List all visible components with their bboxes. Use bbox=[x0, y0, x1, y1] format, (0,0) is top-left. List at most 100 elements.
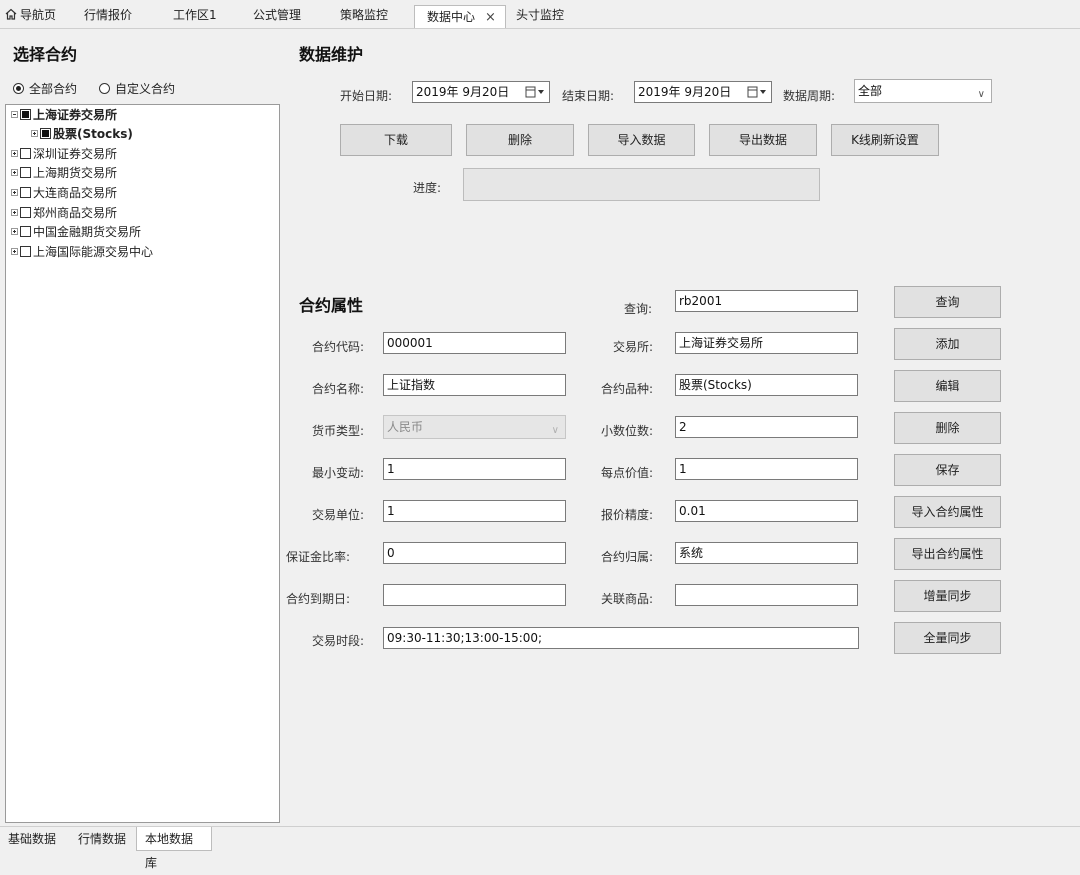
margin-ratio-label: 保证金比率: bbox=[286, 550, 351, 564]
price-precision-input[interactable]: 0.01 bbox=[675, 500, 858, 522]
end-date-picker[interactable]: 2019年 9月20日 bbox=[634, 81, 772, 103]
expand-icon[interactable] bbox=[31, 130, 38, 137]
tab-formula[interactable]: 公式管理 bbox=[253, 0, 301, 28]
tree-node-label: 深圳证券交易所 bbox=[33, 147, 118, 161]
period-select[interactable]: 全部 ∨ bbox=[854, 79, 992, 103]
calendar-icon[interactable] bbox=[525, 85, 545, 99]
price-precision-label: 报价精度: bbox=[601, 508, 654, 522]
tree-node-sse[interactable]: 上海证券交易所 bbox=[11, 106, 117, 124]
tree-node-label: 中国金融期货交易所 bbox=[33, 225, 142, 239]
close-icon[interactable]: × bbox=[485, 10, 496, 25]
checkbox[interactable] bbox=[20, 226, 31, 237]
download-button[interactable]: 下载 bbox=[340, 124, 452, 156]
checkbox[interactable] bbox=[20, 148, 31, 159]
trade-unit-label: 交易单位: bbox=[312, 508, 365, 522]
end-date-label: 结束日期: bbox=[562, 89, 615, 103]
checkbox-partial[interactable] bbox=[40, 128, 51, 139]
tab-market-data[interactable]: 行情数据 bbox=[70, 827, 134, 851]
tab-label: 公式管理 bbox=[253, 8, 302, 22]
exchange-input[interactable]: 上海证券交易所 bbox=[675, 332, 858, 354]
checkbox[interactable] bbox=[20, 167, 31, 178]
add-button[interactable]: 添加 bbox=[894, 328, 1001, 360]
checkbox[interactable] bbox=[20, 187, 31, 198]
tab-label: 行情报价 bbox=[84, 8, 133, 22]
end-date-value: 2019年 9月20日 bbox=[638, 85, 732, 99]
radio-unselected-icon bbox=[99, 83, 110, 94]
export-data-button[interactable]: 导出数据 bbox=[709, 124, 817, 156]
tree-node-shfe[interactable]: 上海期货交易所 bbox=[11, 164, 117, 182]
owner-label: 合约归属: bbox=[601, 550, 654, 564]
home-icon bbox=[5, 8, 17, 20]
tree-node-cffex[interactable]: 中国金融期货交易所 bbox=[11, 223, 141, 241]
expiry-date-input[interactable] bbox=[383, 584, 566, 606]
kline-refresh-settings-button[interactable]: K线刷新设置 bbox=[831, 124, 939, 156]
point-value-input[interactable]: 1 bbox=[675, 458, 858, 480]
tree-node-label: 上海证券交易所 bbox=[33, 108, 118, 122]
tab-local-database[interactable]: 本地数据库 bbox=[136, 827, 212, 870]
checkbox-partial[interactable] bbox=[20, 109, 31, 120]
expand-icon[interactable] bbox=[11, 150, 18, 157]
tree-node-ine[interactable]: 上海国际能源交易中心 bbox=[11, 243, 153, 261]
data-maintenance-title: 数据维护 bbox=[299, 45, 364, 64]
currency-select[interactable]: 人民币 ∨ bbox=[383, 415, 566, 439]
progress-bar bbox=[463, 168, 820, 201]
import-attributes-button[interactable]: 导入合约属性 bbox=[894, 496, 1001, 528]
save-button[interactable]: 保存 bbox=[894, 454, 1001, 486]
expand-icon[interactable] bbox=[11, 228, 18, 235]
query-button[interactable]: 查询 bbox=[894, 286, 1001, 318]
expand-icon[interactable] bbox=[11, 169, 18, 176]
tree-node-dce[interactable]: 大连商品交易所 bbox=[11, 184, 117, 202]
checkbox[interactable] bbox=[20, 246, 31, 257]
trade-unit-input[interactable]: 1 bbox=[383, 500, 566, 522]
edit-button[interactable]: 编辑 bbox=[894, 370, 1001, 402]
calendar-icon[interactable] bbox=[747, 85, 767, 99]
tree-node-label: 郑州商品交易所 bbox=[33, 206, 118, 220]
tab-position-monitor[interactable]: 头寸监控 bbox=[516, 0, 564, 28]
incremental-sync-button[interactable]: 增量同步 bbox=[894, 580, 1001, 612]
tree-node-czce[interactable]: 郑州商品交易所 bbox=[11, 204, 117, 222]
tab-workspace1[interactable]: 工作区1 bbox=[173, 0, 217, 28]
query-input[interactable]: rb2001 bbox=[675, 290, 858, 312]
tab-strategy-monitor[interactable]: 策略监控 bbox=[340, 0, 388, 28]
decimals-input[interactable]: 2 bbox=[675, 416, 858, 438]
margin-ratio-input[interactable]: 0 bbox=[383, 542, 566, 564]
expand-icon[interactable] bbox=[11, 189, 18, 196]
chevron-down-icon: ∨ bbox=[977, 89, 985, 100]
tab-basic-data[interactable]: 基础数据 bbox=[0, 827, 64, 851]
tab-quotes[interactable]: 行情报价 bbox=[84, 0, 132, 28]
full-sync-button[interactable]: 全量同步 bbox=[894, 622, 1001, 654]
period-value: 全部 bbox=[858, 84, 883, 98]
bottom-tab-bar: 基础数据 行情数据 本地数据库 bbox=[0, 826, 1080, 870]
exchange-label: 交易所: bbox=[613, 340, 654, 354]
variety-input[interactable]: 股票(Stocks) bbox=[675, 374, 858, 396]
currency-label: 货币类型: bbox=[312, 424, 365, 438]
tree-node-label: 上海国际能源交易中心 bbox=[33, 245, 154, 259]
owner-input[interactable]: 系统 bbox=[675, 542, 858, 564]
delete-button[interactable]: 删除 bbox=[894, 412, 1001, 444]
collapse-icon[interactable] bbox=[11, 111, 18, 118]
min-tick-input[interactable]: 1 bbox=[383, 458, 566, 480]
radio-all[interactable]: 全部合约 bbox=[13, 80, 77, 97]
import-data-button[interactable]: 导入数据 bbox=[588, 124, 695, 156]
radio-custom[interactable]: 自定义合约 bbox=[99, 80, 175, 97]
expand-icon[interactable] bbox=[11, 248, 18, 255]
start-date-label: 开始日期: bbox=[340, 89, 393, 103]
tab-data-center[interactable]: 数据中心 × bbox=[414, 5, 506, 28]
contract-code-label: 合约代码: bbox=[312, 340, 365, 354]
chevron-down-icon: ∨ bbox=[551, 425, 559, 436]
related-product-input[interactable] bbox=[675, 584, 858, 606]
trading-session-input[interactable]: 09:30-11:30;13:00-15:00; bbox=[383, 627, 859, 649]
start-date-picker[interactable]: 2019年 9月20日 bbox=[412, 81, 550, 103]
delete-data-button[interactable]: 删除 bbox=[466, 124, 574, 156]
contract-tree[interactable]: 上海证券交易所 股票(Stocks) 深圳证券交易所 上海期货交易所 大连商品交… bbox=[5, 104, 280, 823]
contract-code-input[interactable]: 000001 bbox=[383, 332, 566, 354]
checkbox[interactable] bbox=[20, 207, 31, 218]
tab-home[interactable]: 导航页 bbox=[5, 0, 56, 28]
point-value-label: 每点价值: bbox=[601, 466, 654, 480]
export-attributes-button[interactable]: 导出合约属性 bbox=[894, 538, 1001, 570]
tree-node-stocks[interactable]: 股票(Stocks) bbox=[31, 125, 133, 143]
expand-icon[interactable] bbox=[11, 209, 18, 216]
contract-name-input[interactable]: 上证指数 bbox=[383, 374, 566, 396]
tree-node-szse[interactable]: 深圳证券交易所 bbox=[11, 145, 117, 163]
query-label: 查询: bbox=[624, 302, 653, 316]
